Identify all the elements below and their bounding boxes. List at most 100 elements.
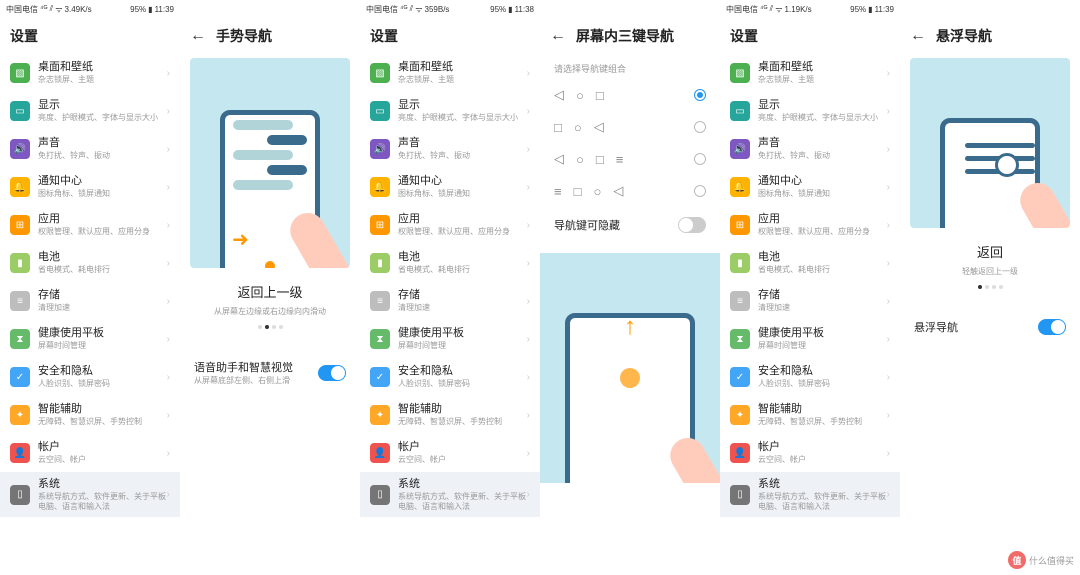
settings-item[interactable]: ✦ 智能辅助 无障碍、智慧识屏、手势控制 › bbox=[360, 396, 540, 434]
settings-item[interactable]: 🔔 通知中心 图标角标、锁屏通知 › bbox=[720, 168, 900, 206]
setting-icon: ▯ bbox=[10, 485, 30, 505]
setting-subtitle: 权限管理、默认应用、应用分身 bbox=[398, 227, 527, 237]
three-key-nav-panel: ← 屏幕内三键导航 请选择导航键组合 ◁○□□○◁◁○□≡≡□○◁ 导航键可隐藏… bbox=[540, 0, 720, 575]
setting-icon: 🔔 bbox=[730, 177, 750, 197]
chevron-right-icon: › bbox=[167, 410, 170, 421]
setting-subtitle: 免打扰、铃声、振动 bbox=[398, 151, 527, 161]
chevron-right-icon: › bbox=[887, 258, 890, 269]
chevron-right-icon: › bbox=[167, 144, 170, 155]
setting-title: 安全和隐私 bbox=[38, 365, 167, 378]
settings-item[interactable]: 🔊 声音 免打扰、铃声、振动 › bbox=[0, 130, 180, 168]
settings-item[interactable]: ▯ 系统 系统导航方式、软件更新、关于平板电脑、语言和输入法 › bbox=[0, 472, 180, 517]
settings-item[interactable]: ⧗ 健康使用平板 屏幕时间管理 › bbox=[360, 320, 540, 358]
settings-list: ▧ 桌面和壁纸 杂志锁屏、主题 › ▭ 显示 亮度、护眼模式、字体与显示大小 ›… bbox=[360, 54, 540, 575]
settings-item[interactable]: 👤 帐户 云空间、帐户 › bbox=[720, 434, 900, 472]
back-arrow-icon[interactable]: ← bbox=[190, 27, 206, 45]
status-bar: 中国电信⁴ᴳ ⫽ᯤ359B/s 95%▮11:38 bbox=[360, 0, 540, 18]
setting-title: 通知中心 bbox=[398, 175, 527, 188]
settings-item[interactable]: ▧ 桌面和壁纸 杂志锁屏、主题 › bbox=[360, 54, 540, 92]
setting-subtitle: 无障碍、智慧识屏、手势控制 bbox=[38, 417, 167, 427]
settings-item[interactable]: ▯ 系统 系统导航方式、软件更新、关于平板电脑、语言和输入法 › bbox=[360, 472, 540, 517]
settings-item[interactable]: ▮ 电池 省电模式、耗电排行 › bbox=[360, 244, 540, 282]
settings-item[interactable]: ▯ 系统 系统导航方式、软件更新、关于平板电脑、语言和输入法 › bbox=[720, 472, 900, 517]
settings-item[interactable]: ≡ 存储 清理加速 › bbox=[720, 282, 900, 320]
settings-item[interactable]: ▭ 显示 亮度、护眼模式、字体与显示大小 › bbox=[720, 92, 900, 130]
chevron-right-icon: › bbox=[887, 106, 890, 117]
settings-item[interactable]: 👤 帐户 云空间、帐户 › bbox=[360, 434, 540, 472]
setting-title: 帐户 bbox=[398, 441, 527, 454]
setting-icon: ▮ bbox=[730, 253, 750, 273]
setting-title: 系统 bbox=[398, 478, 527, 491]
radio-button[interactable] bbox=[694, 89, 706, 101]
chevron-right-icon: › bbox=[527, 334, 530, 345]
chevron-right-icon: › bbox=[887, 68, 890, 79]
page-title: 手势导航 bbox=[216, 26, 272, 46]
setting-icon: ⧗ bbox=[370, 329, 390, 349]
nav-key-icon: ≡ bbox=[616, 152, 624, 167]
settings-item[interactable]: ▧ 桌面和壁纸 杂志锁屏、主题 › bbox=[0, 54, 180, 92]
settings-item[interactable]: ▭ 显示 亮度、护眼模式、字体与显示大小 › bbox=[360, 92, 540, 130]
setting-title: 健康使用平板 bbox=[398, 327, 527, 340]
settings-item[interactable]: 👤 帐户 云空间、帐户 › bbox=[0, 434, 180, 472]
back-arrow-icon[interactable]: ← bbox=[550, 27, 566, 45]
settings-item[interactable]: ▮ 电池 省电模式、耗电排行 › bbox=[0, 244, 180, 282]
back-arrow-icon[interactable]: ← bbox=[910, 27, 926, 45]
setting-subtitle: 省电模式、耗电排行 bbox=[758, 265, 887, 275]
floating-nav-toggle-row[interactable]: 悬浮导航 bbox=[900, 309, 1080, 345]
settings-item[interactable]: ✦ 智能辅助 无障碍、智慧识屏、手势控制 › bbox=[0, 396, 180, 434]
status-bar bbox=[540, 0, 720, 18]
setting-subtitle: 亮度、护眼模式、字体与显示大小 bbox=[38, 113, 167, 123]
voice-assistant-toggle-row[interactable]: 语音助手和智慧视觉 从屏幕底部左侧、右侧上滑 bbox=[180, 349, 360, 396]
hide-nav-toggle-row[interactable]: 导航键可隐藏 bbox=[540, 207, 720, 243]
settings-item[interactable]: ⧗ 健康使用平板 屏幕时间管理 › bbox=[0, 320, 180, 358]
nav-key-option[interactable]: □○◁ bbox=[540, 111, 720, 143]
setting-subtitle: 杂志锁屏、主题 bbox=[398, 75, 527, 85]
setting-subtitle: 亮度、护眼模式、字体与显示大小 bbox=[398, 113, 527, 123]
setting-title: 声音 bbox=[398, 137, 527, 150]
settings-item[interactable]: ✓ 安全和隐私 人脸识别、锁屏密码 › bbox=[360, 358, 540, 396]
settings-item[interactable]: ⊞ 应用 权限管理、默认应用、应用分身 › bbox=[720, 206, 900, 244]
floating-title: 返回 bbox=[977, 242, 1003, 261]
settings-item[interactable]: 🔔 通知中心 图标角标、锁屏通知 › bbox=[0, 168, 180, 206]
setting-subtitle: 无障碍、智慧识屏、手势控制 bbox=[398, 417, 527, 427]
nav-key-option[interactable]: ≡□○◁ bbox=[540, 175, 720, 207]
setting-icon: ⊞ bbox=[10, 215, 30, 235]
chevron-right-icon: › bbox=[887, 372, 890, 383]
toggle-switch[interactable] bbox=[318, 365, 346, 381]
radio-button[interactable] bbox=[694, 121, 706, 133]
setting-title: 桌面和壁纸 bbox=[758, 61, 887, 74]
settings-item[interactable]: ✦ 智能辅助 无障碍、智慧识屏、手势控制 › bbox=[720, 396, 900, 434]
settings-item[interactable]: 🔊 声音 免打扰、铃声、振动 › bbox=[720, 130, 900, 168]
nav-key-option[interactable]: ◁○□ bbox=[540, 79, 720, 111]
gesture-description: 从屏幕左边缘或右边缘向内滑动 bbox=[204, 306, 336, 317]
settings-item[interactable]: ⊞ 应用 权限管理、默认应用、应用分身 › bbox=[0, 206, 180, 244]
page-title: 设置 bbox=[10, 26, 38, 46]
radio-button[interactable] bbox=[694, 185, 706, 197]
settings-header: 设置 bbox=[720, 18, 900, 54]
settings-item[interactable]: ▭ 显示 亮度、护眼模式、字体与显示大小 › bbox=[0, 92, 180, 130]
chevron-right-icon: › bbox=[167, 448, 170, 459]
swipe-arrow-icon: ➜ bbox=[232, 227, 249, 252]
detail-header: ← 屏幕内三键导航 bbox=[540, 18, 720, 54]
settings-item[interactable]: ⊞ 应用 权限管理、默认应用、应用分身 › bbox=[360, 206, 540, 244]
settings-item[interactable]: ✓ 安全和隐私 人脸识别、锁屏密码 › bbox=[720, 358, 900, 396]
setting-icon: ✓ bbox=[10, 367, 30, 387]
settings-panel-3: 中国电信⁴ᴳ ⫽ᯤ1.19K/s 95%▮11:39 设置 ▧ 桌面和壁纸 杂志… bbox=[720, 0, 900, 575]
nav-key-icon: □ bbox=[596, 88, 604, 103]
toggle-switch[interactable] bbox=[1038, 319, 1066, 335]
settings-item[interactable]: 🔊 声音 免打扰、铃声、振动 › bbox=[360, 130, 540, 168]
settings-item[interactable]: ⧗ 健康使用平板 屏幕时间管理 › bbox=[720, 320, 900, 358]
nav-key-icon: □ bbox=[554, 120, 562, 135]
settings-item[interactable]: 🔔 通知中心 图标角标、锁屏通知 › bbox=[360, 168, 540, 206]
toggle-switch[interactable] bbox=[678, 217, 706, 233]
settings-item[interactable]: ≡ 存储 清理加速 › bbox=[360, 282, 540, 320]
settings-item[interactable]: ▧ 桌面和壁纸 杂志锁屏、主题 › bbox=[720, 54, 900, 92]
settings-item[interactable]: ✓ 安全和隐私 人脸识别、锁屏密码 › bbox=[0, 358, 180, 396]
nav-key-option[interactable]: ◁○□≡ bbox=[540, 143, 720, 175]
settings-item[interactable]: ▮ 电池 省电模式、耗电排行 › bbox=[720, 244, 900, 282]
setting-subtitle: 清理加速 bbox=[758, 303, 887, 313]
settings-item[interactable]: ≡ 存储 清理加速 › bbox=[0, 282, 180, 320]
setting-subtitle: 省电模式、耗电排行 bbox=[398, 265, 527, 275]
radio-button[interactable] bbox=[694, 153, 706, 165]
chevron-right-icon: › bbox=[527, 258, 530, 269]
